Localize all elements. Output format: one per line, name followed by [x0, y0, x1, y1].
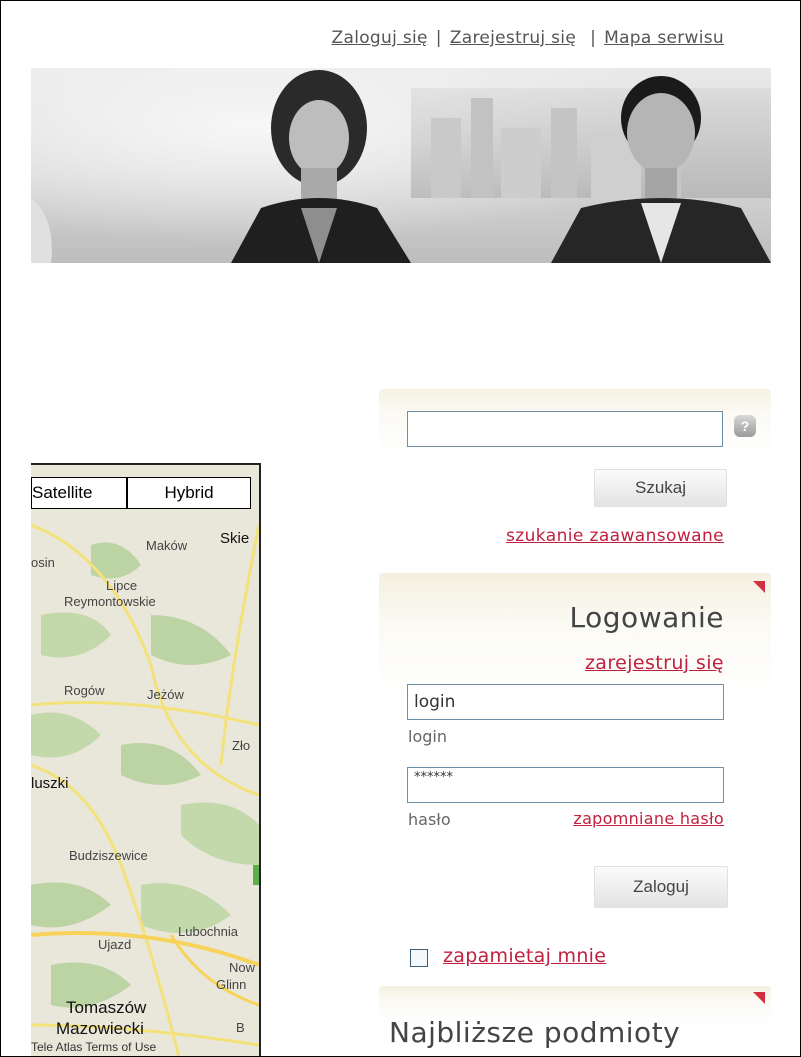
remember-me-link[interactable]: zapamietaj mnie	[443, 945, 606, 967]
map-place: B	[236, 1020, 245, 1035]
nearest-title: Najbliższe podmioty	[389, 1016, 681, 1049]
map-place: Maków	[146, 538, 188, 553]
page-frame: Zaloguj się | Zarejestruj się | Mapa serwisu	[0, 0, 801, 1057]
login-field[interactable]: login	[407, 684, 724, 720]
register-link[interactable]: Zarejestruj się	[450, 28, 576, 48]
password-caption: hasło	[408, 810, 451, 829]
map-place: luszki	[31, 775, 69, 792]
password-field[interactable]: ******	[407, 767, 724, 803]
woman-photo	[231, 70, 411, 263]
map-place: Now	[229, 960, 256, 975]
man-photo	[551, 76, 771, 263]
corner-marker	[753, 581, 765, 593]
login-link[interactable]: Zaloguj się	[332, 28, 428, 48]
arm-photo	[31, 198, 52, 263]
map-footer: Tele Atlas Terms of Use	[31, 1040, 157, 1054]
map-place: Mazowiecki	[56, 1019, 144, 1038]
satellite-tab[interactable]: Satellite	[31, 477, 127, 509]
map-place: Tomaszów	[66, 998, 147, 1017]
map-place: osin	[31, 555, 55, 570]
login-button[interactable]: Zaloguj	[594, 866, 728, 908]
help-icon[interactable]: ?	[734, 415, 756, 437]
login-title: Logowanie	[569, 601, 724, 634]
map-place: Glinn	[216, 977, 247, 992]
map-place: Lipce	[106, 578, 138, 593]
map-place: Jeżów	[147, 687, 184, 702]
forgot-password-link[interactable]: zapomniane hasło	[573, 809, 724, 828]
map-place: Budziszewice	[69, 848, 148, 863]
corner-marker	[753, 992, 765, 1004]
map-place: Zło	[232, 738, 251, 753]
search-input[interactable]	[407, 411, 723, 447]
map-place: Lubochnia	[178, 924, 238, 939]
map-widget[interactable]: Satellite Hybrid Maków Skie Lipce Reymon…	[31, 463, 261, 1056]
sitemap-link[interactable]: Mapa serwisu	[604, 28, 724, 48]
remember-checkbox[interactable]	[410, 949, 428, 967]
map-place: Skie	[220, 530, 250, 547]
hybrid-tab[interactable]: Hybrid	[127, 477, 251, 509]
nav-separator: |	[435, 28, 442, 48]
register-link-panel[interactable]: zarejestruj się	[585, 652, 724, 674]
header-banner	[31, 68, 771, 263]
map-type-tabs: Satellite Hybrid	[31, 477, 251, 511]
advanced-search-link[interactable]: szukanie zaawansowane	[506, 526, 724, 546]
nav-separator: |	[590, 28, 597, 48]
top-nav: Zaloguj się | Zarejestruj się | Mapa serwisu	[181, 28, 724, 48]
login-caption: login	[408, 727, 447, 746]
map-place: Ujazd	[98, 937, 132, 952]
map-canvas	[31, 465, 259, 1056]
map-place: Reymontowskie	[64, 594, 156, 609]
search-button[interactable]: Szukaj	[594, 469, 727, 507]
map-place: Rogów	[64, 683, 105, 698]
